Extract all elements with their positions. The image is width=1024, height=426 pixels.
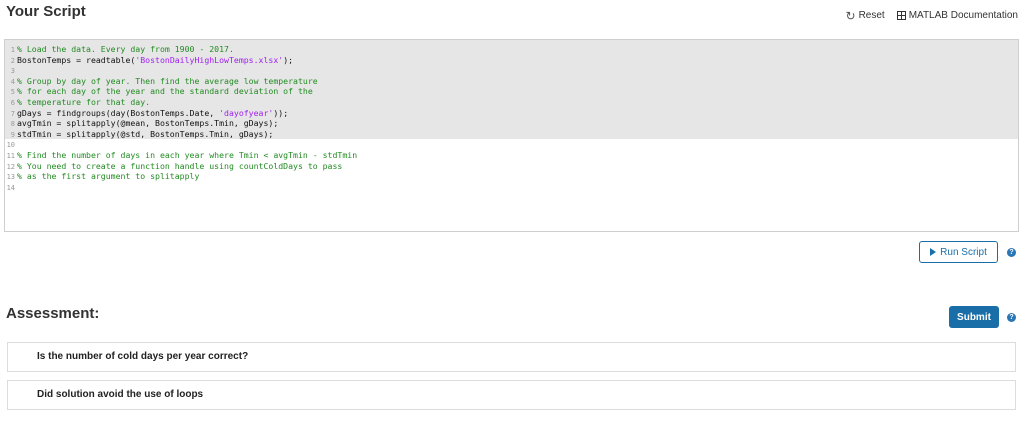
code-line[interactable]: 3 bbox=[5, 65, 1018, 76]
code-string: 'dayofyear' bbox=[219, 107, 274, 118]
code-text: stdTmin = splitapply(@std, BostonTemps.T… bbox=[17, 128, 274, 139]
code-text: ); bbox=[283, 54, 294, 65]
docs-label: MATLAB Documentation bbox=[908, 10, 1018, 21]
code-line[interactable]: 7 gDays = findgroups(day(BostonTemps.Date… bbox=[5, 107, 1018, 119]
assessment-check-item[interactable]: Is the number of cold days per year corr… bbox=[7, 342, 1016, 372]
code-line[interactable]: 13% as the first argument to splitapply bbox=[5, 171, 1018, 182]
code-line[interactable]: 11% Find the number of days in each year… bbox=[5, 150, 1018, 161]
code-text: avgTmin = splitapply(@mean, BostonTemps.… bbox=[17, 118, 279, 129]
script-header: Your Script ↻ Reset MATLAB Documentation bbox=[6, 3, 1018, 25]
code-line[interactable]: 2 BostonTemps = readtable('BostonDailyHig… bbox=[5, 54, 1018, 66]
code-comment: % as the first argument to splitapply bbox=[17, 171, 200, 182]
play-icon bbox=[930, 248, 937, 256]
submit-button[interactable]: Submit bbox=[949, 306, 999, 328]
code-line[interactable]: 14 bbox=[5, 182, 1018, 193]
code-comment: % Find the number of days in each year w… bbox=[17, 149, 358, 160]
code-comment: % You need to create a function handle u… bbox=[17, 160, 343, 171]
code-text: )); bbox=[273, 107, 289, 118]
code-editor[interactable]: 1% Load the data. Every day from 1900 - … bbox=[4, 39, 1019, 232]
code-line[interactable]: 1% Load the data. Every day from 1900 - … bbox=[5, 44, 1018, 55]
run-script-button[interactable]: Run Script bbox=[919, 241, 998, 263]
submit-help-icon[interactable]: ? bbox=[1007, 313, 1016, 322]
code-text: gDays = findgroups(day(BostonTemps.Date, bbox=[17, 107, 220, 118]
code-text: BostonTemps = readtable( bbox=[17, 54, 136, 65]
reset-button[interactable]: ↻ Reset bbox=[845, 8, 885, 23]
run-help-icon[interactable]: ? bbox=[1007, 248, 1016, 257]
code-line[interactable]: 12% You need to create a function handle… bbox=[5, 161, 1018, 172]
code-string: 'BostonDailyHighLowTemps.xlsx' bbox=[135, 54, 284, 65]
code-comment: % Group by day of year. Then find the av… bbox=[17, 75, 318, 86]
code-line[interactable]: 9 stdTmin = splitapply(@std, BostonTemps.… bbox=[5, 128, 1018, 140]
assessment-title: Assessment: bbox=[6, 305, 100, 322]
code-comment: % for each day of the year and the stand… bbox=[17, 86, 313, 97]
code-line[interactable]: 5% for each day of the year and the stan… bbox=[5, 86, 1018, 97]
code-line[interactable]: 4% Group by day of year. Then find the a… bbox=[5, 75, 1018, 87]
code-comment: % temperature for that day. bbox=[17, 96, 151, 107]
code-line[interactable]: 10 bbox=[5, 139, 1018, 150]
matlab-documentation-link[interactable]: MATLAB Documentation bbox=[896, 10, 1018, 21]
run-row: Run Script bbox=[919, 241, 998, 263]
run-script-label: Run Script bbox=[940, 246, 987, 258]
matlab-doc-icon bbox=[896, 11, 906, 20]
reset-label: Reset bbox=[858, 10, 885, 21]
code-comment: % Load the data. Every day from 1900 - 2… bbox=[17, 44, 234, 54]
reset-icon: ↻ bbox=[845, 8, 856, 23]
header-actions: ↻ Reset MATLAB Documentation bbox=[845, 8, 1019, 23]
assessment-check-item[interactable]: Did solution avoid the use of loops bbox=[7, 380, 1016, 410]
line-number: 14 bbox=[6, 183, 15, 192]
script-title: Your Script bbox=[6, 3, 86, 20]
code-line[interactable]: 8 avgTmin = splitapply(@mean, BostonTemps… bbox=[5, 118, 1018, 129]
code-line[interactable]: 6% temperature for that day. bbox=[5, 96, 1018, 108]
